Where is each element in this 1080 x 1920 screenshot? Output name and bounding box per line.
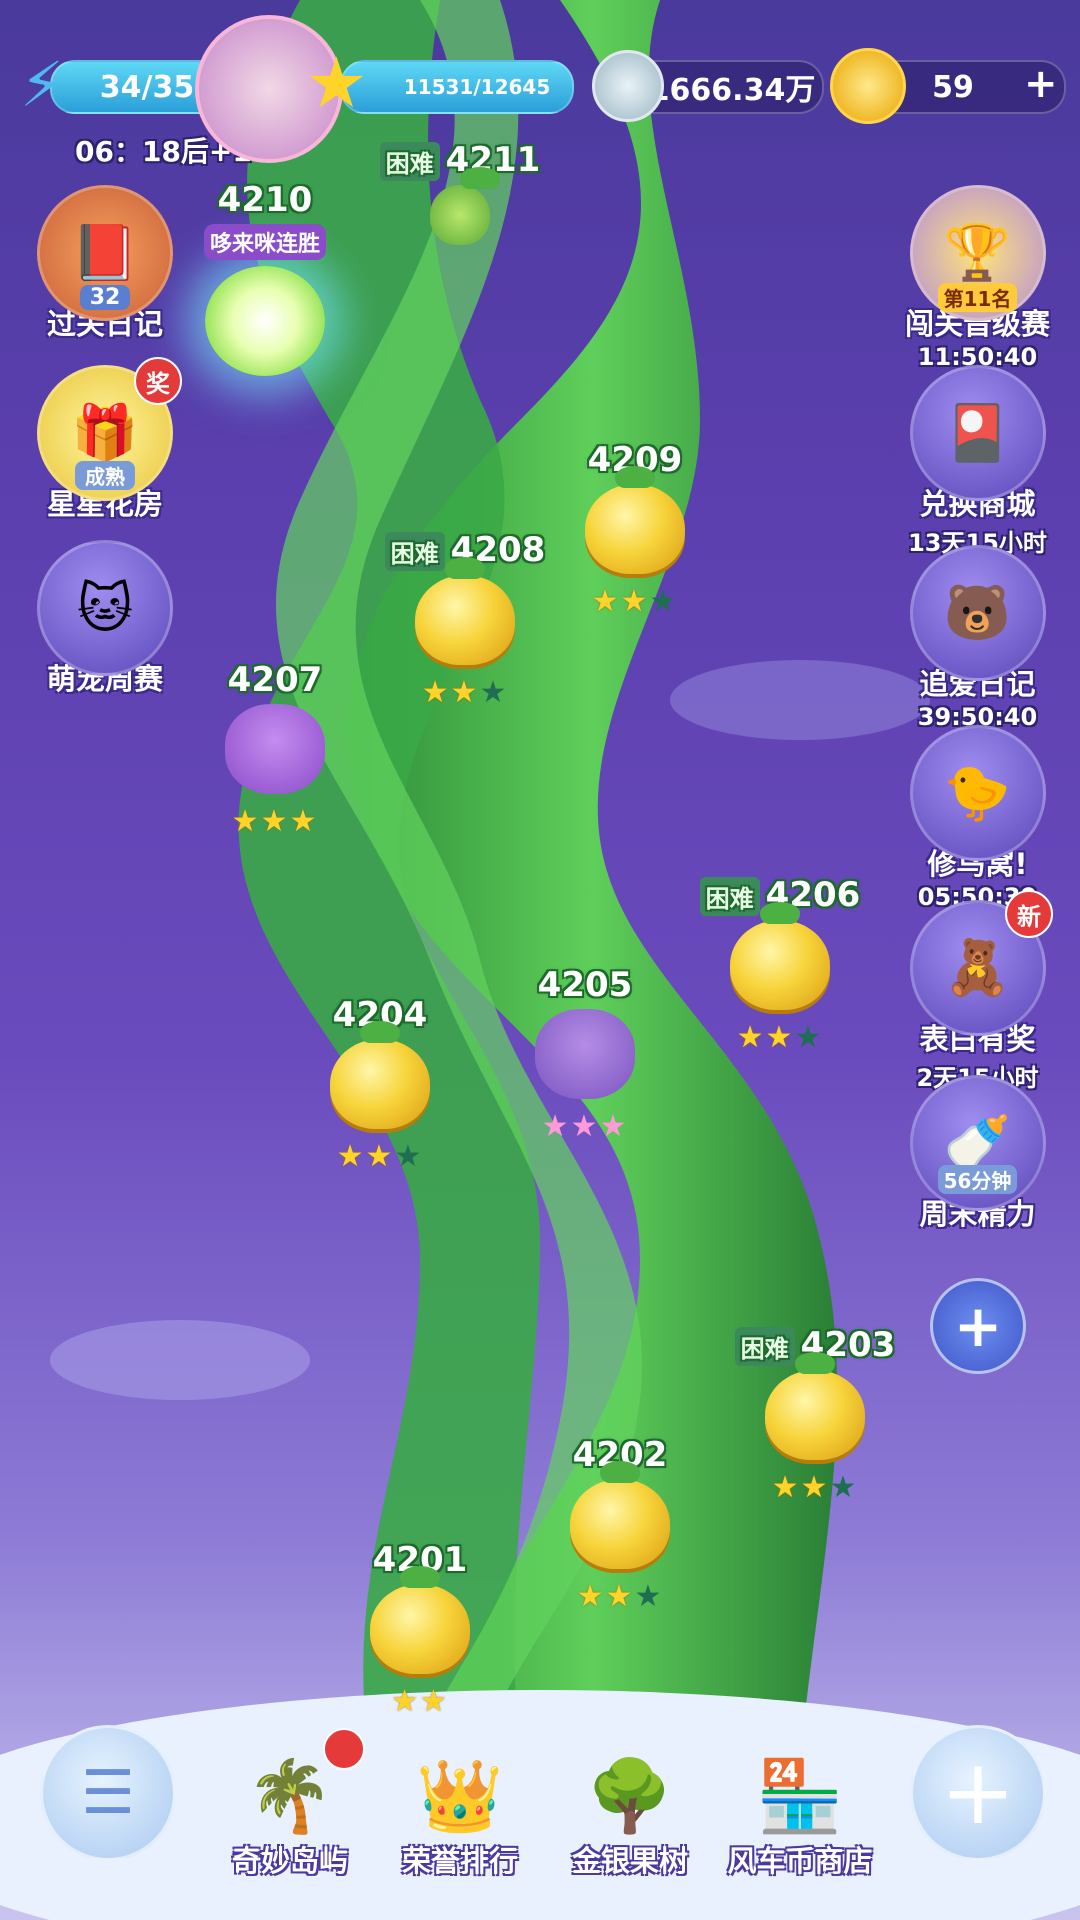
silver-coin-value: 1666.34万 (648, 73, 816, 108)
level-stars: ★★★ (421, 675, 509, 710)
shop-icon: 🏪 (756, 1755, 844, 1837)
level-node-4203[interactable]: 困难 4203 ★★★ (715, 1325, 915, 1505)
gold-coin-icon (830, 48, 906, 124)
hard-tag: 困难 (384, 532, 445, 571)
golden-fruit-icon (415, 557, 515, 665)
level-stars: ★★★ (771, 1470, 859, 1505)
confession-reward-button[interactable]: 🧸 新 表白有奖 2天15小时 (900, 890, 1055, 1093)
diary-count: 32 (79, 285, 131, 310)
owl-icon (535, 1009, 635, 1099)
nav-label: 荣誉排行 (401, 1844, 518, 1878)
nav-honor-ranking[interactable]: 👑 荣誉排行 (375, 1718, 545, 1880)
level-promotion-button[interactable]: 🏆 第11名 闯关晋级赛 11:50:40 (900, 185, 1055, 371)
hard-tag: 困难 (734, 1327, 795, 1366)
new-badge: 新 (1005, 890, 1053, 938)
level-node-4210[interactable]: 4210 哆来咪连胜 (175, 180, 355, 382)
notification-dot (323, 1728, 365, 1770)
bottle-icon: 🍼 56分钟 (909, 1075, 1046, 1211)
level-node-4202[interactable]: 4202 ★★★ (530, 1435, 710, 1614)
bear-detective-icon: 🐻 (909, 545, 1046, 681)
nav-label: 金银果树 (571, 1844, 688, 1878)
status-label: 成熟 (75, 461, 135, 490)
menu-icon: ☰ (81, 1758, 135, 1828)
energy-value: 34/35 (99, 69, 195, 105)
nav-label: 奇妙岛屿 (231, 1844, 348, 1878)
tree-icon: 🌳 (586, 1755, 674, 1837)
star-icon: ★ (305, 42, 368, 124)
golden-fruit-icon (330, 1021, 430, 1129)
golden-fruit-icon (570, 1461, 670, 1569)
green-fruit-icon (430, 167, 500, 245)
nav-money-tree[interactable]: 🌳 金银果树 (545, 1718, 715, 1880)
expand-plus-button[interactable]: + (930, 1278, 1026, 1374)
owl-icon (225, 704, 325, 794)
weekend-energy-button[interactable]: 🍼 56分钟 周末精力 (900, 1075, 1055, 1233)
level-stars: ★★★ (336, 1139, 424, 1174)
cat-icon: 🐱 (37, 540, 173, 676)
level-node-4208[interactable]: 困难 4208 ★★★ (365, 530, 565, 710)
level-node-4206[interactable]: 困难 4206 ★★★ (680, 875, 880, 1055)
glowing-fruit-icon (205, 266, 325, 376)
level-stars: ★★★ (591, 584, 679, 619)
hard-tag: 困难 (699, 877, 760, 916)
plus-icon: + (940, 1740, 1016, 1845)
level-number: 4210 (217, 180, 313, 220)
diary-book-icon: 📕 32 (37, 185, 173, 321)
level-stars: ★★★ (576, 1579, 664, 1614)
level-node-4205[interactable]: 4205 ★★★ (495, 965, 675, 1144)
duration-label: 56分钟 (937, 1165, 1018, 1194)
gold-coin-value: 59 (932, 69, 974, 105)
nav-windmill-shop[interactable]: 🏪 风车币商店 (715, 1718, 885, 1880)
level-stars: ★★★ (541, 1109, 629, 1144)
cards-icon: 🎴 (909, 365, 1046, 501)
level-stars: ★★★ (736, 1020, 824, 1055)
level-stars: ★★★ (231, 804, 319, 839)
level-diary-button[interactable]: 📕 32 过关日记 (30, 185, 180, 343)
rank-label: 第11名 (937, 283, 1018, 312)
level-node-4204[interactable]: 4204 ★★★ (290, 995, 470, 1174)
plus-icon: + (953, 1292, 1003, 1360)
repair-nest-button[interactable]: 🐤 修鸟窝! 05:50:39 (900, 725, 1055, 911)
level-stars: ★★ (391, 1684, 449, 1719)
star-progress-pill[interactable]: 11531/12645 (340, 60, 574, 114)
trophy-icon: 🏆 第11名 (909, 185, 1046, 321)
level-node-4209[interactable]: 4209 ★★★ (545, 440, 725, 619)
pink-bird-icon: 🐤 (909, 725, 1046, 861)
mode-label: 哆来咪连胜 (203, 224, 326, 260)
love-diary-button[interactable]: 🐻 追爱日记 39:50:40 (900, 545, 1055, 731)
level-number: 4207 (227, 660, 323, 700)
star-flower-house-button[interactable]: 🎁 成熟 奖 星星花房 (30, 357, 182, 523)
menu-button[interactable]: ☰ (40, 1725, 176, 1861)
golden-fruit-icon (730, 902, 830, 1010)
add-button[interactable]: + (910, 1725, 1046, 1861)
pet-weekly-button[interactable]: 🐱 萌宠周赛 (30, 540, 180, 698)
reward-badge: 奖 (134, 357, 182, 405)
nav-wonder-island[interactable]: 🌴 奇妙岛屿 (205, 1718, 375, 1880)
star-progress-value: 11531/12645 (403, 75, 551, 99)
level-node-4211[interactable]: 困难 4211 (360, 140, 560, 245)
golden-fruit-icon (585, 466, 685, 574)
gold-coin-plus-button[interactable]: + (1024, 64, 1058, 104)
hard-tag: 困难 (379, 142, 440, 181)
level-node-4207[interactable]: 4207 ★★★ (185, 660, 365, 839)
level-number: 4205 (537, 965, 633, 1005)
crown-icon: 👑 (416, 1755, 504, 1837)
silver-coin-icon (592, 50, 664, 122)
level-node-4201[interactable]: 4201 ★★ (330, 1540, 510, 1719)
lightning-icon: ⚡ (20, 48, 64, 121)
nav-label: 风车币商店 (727, 1844, 873, 1878)
golden-fruit-icon (370, 1566, 470, 1674)
golden-fruit-icon (765, 1352, 865, 1460)
exchange-shop-button[interactable]: 🎴 兑换商城 13天15小时 (900, 365, 1055, 558)
